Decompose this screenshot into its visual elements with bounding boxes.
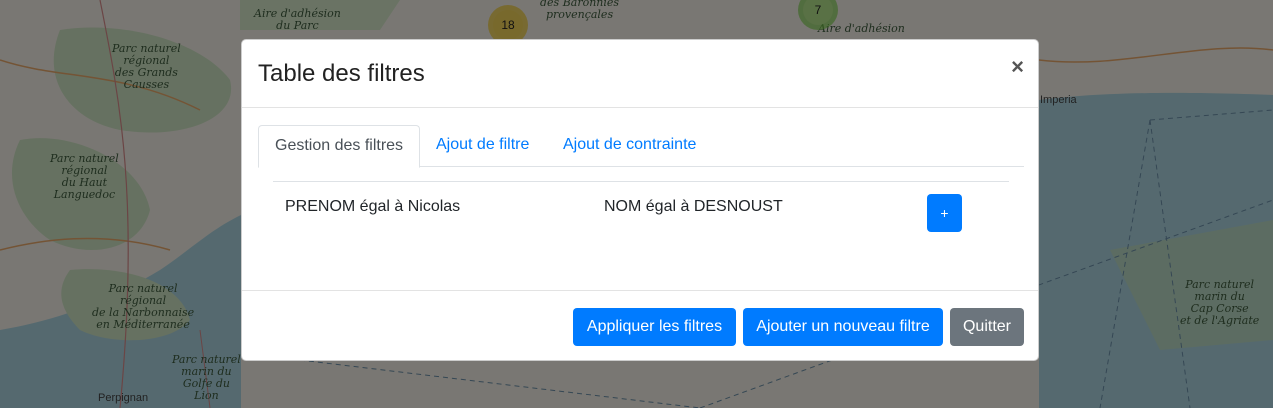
- modal-title: Table des filtres: [258, 60, 425, 87]
- filter-condition-prenom: PRENOM égal à Nicolas: [285, 198, 461, 215]
- tab-ajout-de-filtre[interactable]: Ajout de filtre: [420, 125, 545, 167]
- modal-footer: Appliquer les filtres Ajouter un nouveau…: [242, 290, 1038, 360]
- tab-gestion-des-filtres[interactable]: Gestion des filtres: [258, 125, 421, 168]
- apply-filters-button[interactable]: Appliquer les filtres: [573, 308, 736, 346]
- filter-condition-nom: NOM égal à DESNOUST: [604, 198, 783, 215]
- add-condition-button[interactable]: +: [927, 194, 962, 232]
- filter-row: PRENOM égal à Nicolas NOM égal à DESNOUS…: [273, 181, 1009, 241]
- add-new-filter-button[interactable]: Ajouter un nouveau filtre: [743, 308, 943, 346]
- filter-tabs: Gestion des filtres Ajout de filtre Ajou…: [258, 125, 1024, 168]
- tab-ajout-de-contrainte[interactable]: Ajout de contrainte: [547, 125, 712, 167]
- close-icon[interactable]: ×: [1011, 56, 1024, 78]
- modal-header: Table des filtres ×: [242, 40, 1038, 108]
- filter-table-modal: Table des filtres × Gestion des filtres …: [241, 39, 1039, 361]
- quit-button[interactable]: Quitter: [950, 308, 1024, 346]
